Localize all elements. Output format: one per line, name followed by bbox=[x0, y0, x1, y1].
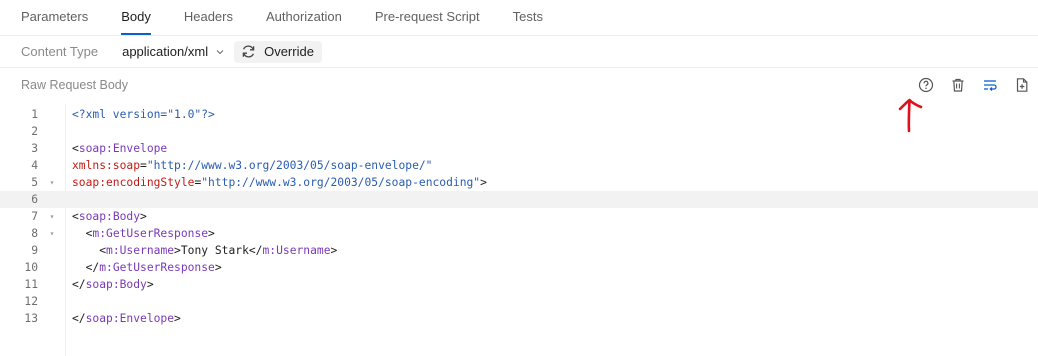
line-number: 3 bbox=[31, 142, 38, 155]
line-number: 4 bbox=[31, 159, 38, 172]
request-tabs: Parameters Body Headers Authorization Pr… bbox=[0, 0, 1038, 36]
content-type-select[interactable]: application/xml bbox=[122, 44, 234, 59]
raw-body-header: Raw Request Body bbox=[0, 68, 1038, 101]
line-number: 12 bbox=[24, 295, 38, 308]
code-line[interactable]: 7 ▾ <soap:Body> bbox=[0, 208, 1038, 225]
tab-headers[interactable]: Headers bbox=[184, 0, 233, 35]
code-line[interactable]: 13 </soap:Envelope> bbox=[0, 310, 1038, 327]
code-line[interactable]: 2 bbox=[0, 123, 1038, 140]
code-editor[interactable]: 1 <?xml version="1.0"?> 2 3 <soap:Envelope 4 x… bbox=[0, 104, 1038, 356]
fold-toggle-icon[interactable]: ▾ bbox=[47, 208, 57, 225]
line-number: 13 bbox=[24, 312, 38, 325]
tab-tests[interactable]: Tests bbox=[513, 0, 543, 35]
tab-authorization[interactable]: Authorization bbox=[266, 0, 342, 35]
fold-toggle-icon[interactable]: ▾ bbox=[47, 174, 57, 191]
tab-pre-request-script[interactable]: Pre-request Script bbox=[375, 0, 480, 35]
line-number: 9 bbox=[31, 244, 38, 257]
code-text: <m:GetUserResponse> bbox=[85, 227, 215, 240]
code-text: <soap:Envelope bbox=[72, 142, 168, 155]
code-line[interactable]: 5 ▾ soap:encodingStyle="http://www.w3.org/… bbox=[0, 174, 1038, 191]
wrap-lines-icon[interactable] bbox=[974, 68, 1006, 101]
line-number: 8 bbox=[31, 227, 38, 240]
line-number: 2 bbox=[31, 125, 38, 138]
code-line[interactable]: 4 xmlns:soap="http://www.w3.org/2003/05/s… bbox=[0, 157, 1038, 174]
line-number: 7 bbox=[31, 210, 38, 223]
tab-parameters[interactable]: Parameters bbox=[21, 0, 88, 35]
new-file-icon[interactable] bbox=[1006, 68, 1038, 101]
code-text: <soap:Body> bbox=[72, 210, 147, 223]
code-text: </soap:Envelope> bbox=[72, 312, 181, 325]
fold-toggle-icon[interactable]: ▾ bbox=[47, 225, 57, 242]
code-text: xmlns:soap="http://www.w3.org/2003/05/so… bbox=[72, 159, 433, 172]
raw-body-toolbar bbox=[910, 68, 1038, 101]
code-text: soap:encodingStyle="http://www.w3.org/20… bbox=[72, 176, 487, 189]
raw-body-title: Raw Request Body bbox=[21, 77, 129, 92]
content-type-bar: Content Type application/xml Override bbox=[0, 36, 1038, 68]
line-number: 6 bbox=[31, 193, 38, 206]
refresh-icon bbox=[242, 45, 255, 58]
content-type-label: Content Type bbox=[21, 44, 99, 59]
code-line[interactable]: 8 ▾ <m:GetUserResponse> bbox=[0, 225, 1038, 242]
code-line[interactable]: 1 <?xml version="1.0"?> bbox=[0, 106, 1038, 123]
code-line[interactable]: 10 </m:GetUserResponse> bbox=[0, 259, 1038, 276]
code-text: <?xml version="1.0"?> bbox=[72, 108, 215, 121]
override-label: Override bbox=[264, 44, 314, 59]
line-number: 10 bbox=[24, 261, 38, 274]
override-button[interactable]: Override bbox=[234, 40, 322, 63]
chevron-down-icon bbox=[216, 49, 224, 55]
code-line[interactable]: 11 </soap:Body> bbox=[0, 276, 1038, 293]
line-number: 5 bbox=[31, 176, 38, 189]
code-line[interactable]: 6 bbox=[0, 191, 1038, 208]
line-number: 11 bbox=[24, 278, 38, 291]
code-line[interactable]: 9 <m:Username>Tony Stark</m:Username> bbox=[0, 242, 1038, 259]
trash-icon[interactable] bbox=[942, 68, 974, 101]
content-type-value: application/xml bbox=[122, 44, 209, 59]
tab-body[interactable]: Body bbox=[121, 0, 151, 35]
code-text: </soap:Body> bbox=[72, 278, 154, 291]
code-line[interactable]: 12 bbox=[0, 293, 1038, 310]
code-text: <m:Username>Tony Stark</m:Username> bbox=[99, 244, 338, 257]
code-line[interactable]: 3 <soap:Envelope bbox=[0, 140, 1038, 157]
code-text: </m:GetUserResponse> bbox=[85, 261, 222, 274]
line-number: 1 bbox=[31, 108, 38, 121]
